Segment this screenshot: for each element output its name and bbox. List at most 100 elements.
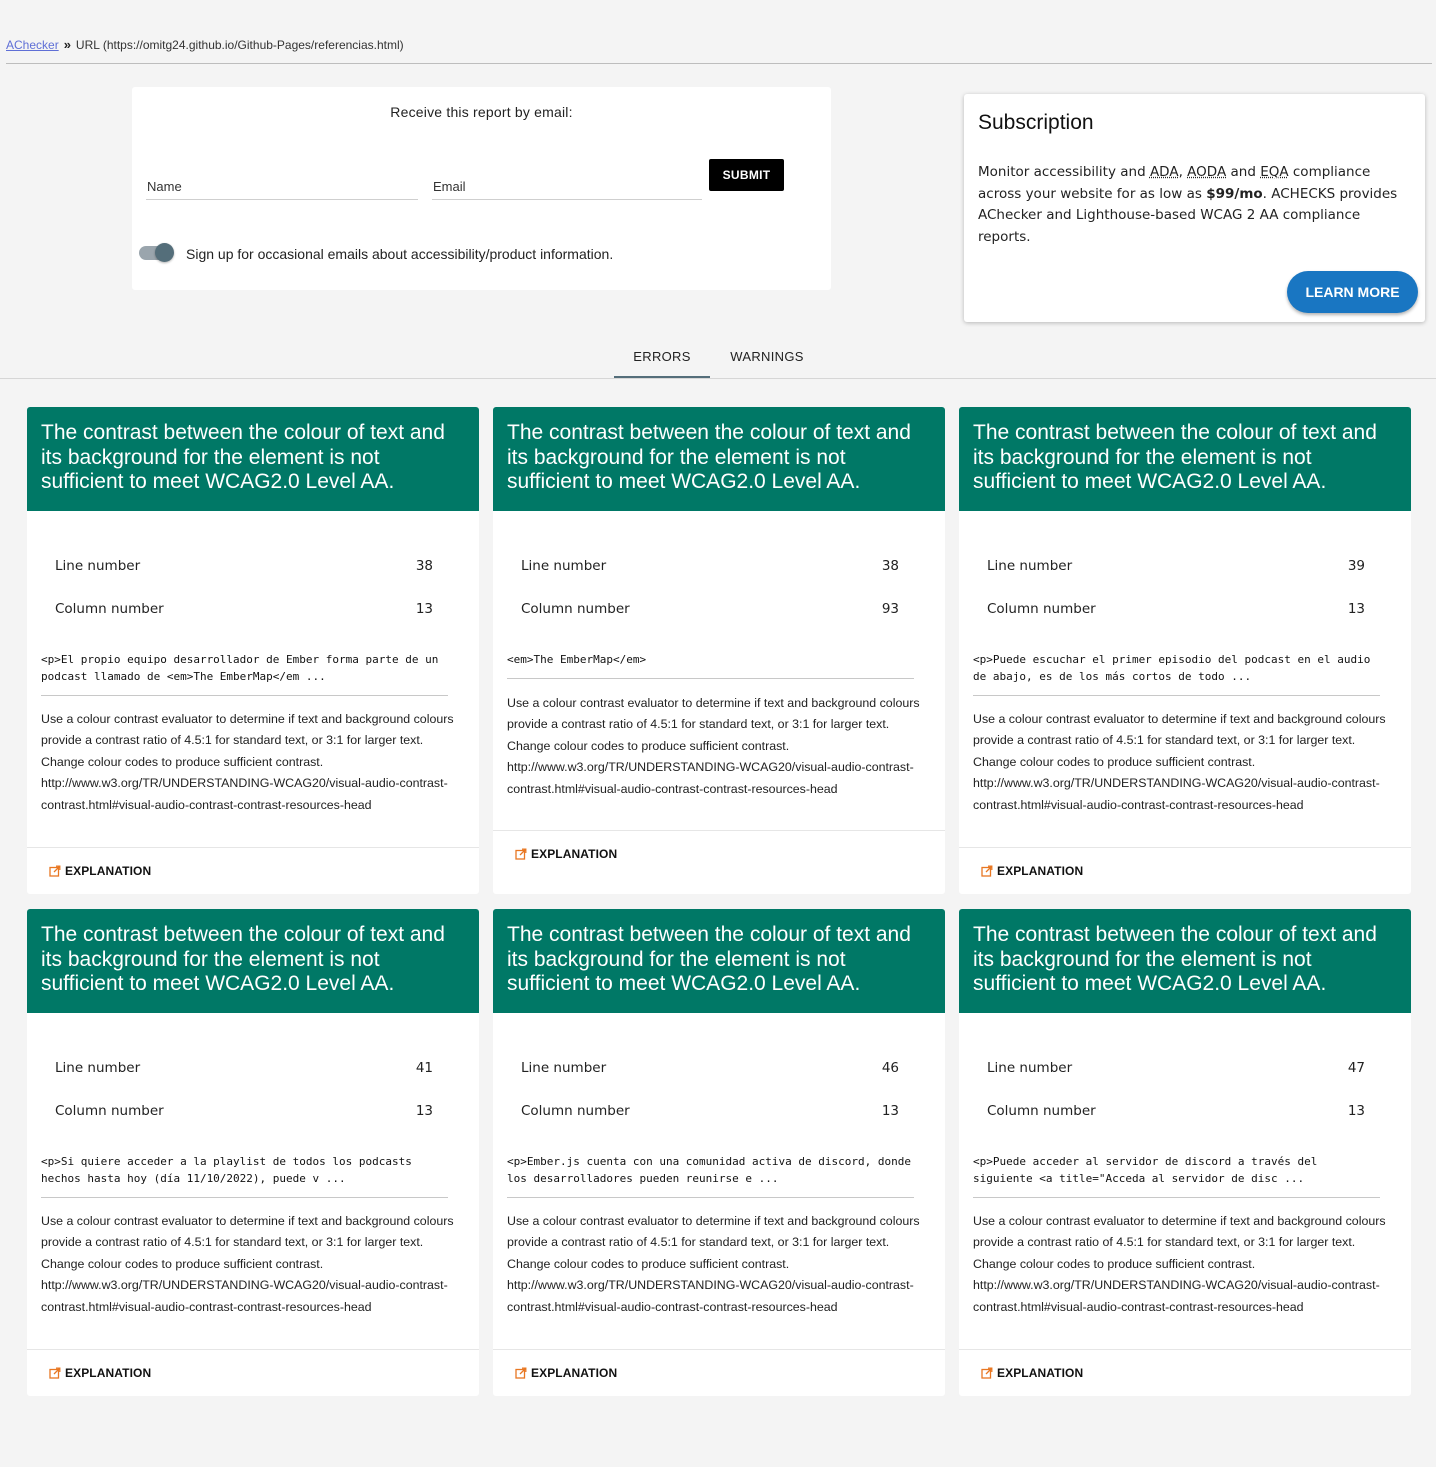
column-number-label: Column number [521,601,630,617]
external-link-icon [515,1367,527,1379]
line-number-value: 39 [1347,558,1365,574]
explanation-label[interactable]: EXPLANATION [997,864,1083,878]
email-report-panel: Receive this report by email: SUBMIT Sig… [132,87,831,290]
column-number-label: Column number [521,1103,630,1119]
line-number-value: 46 [881,1060,899,1076]
column-number-value: 13 [415,1103,433,1119]
line-number-row: Line number 47 [987,1060,1365,1076]
source-code-snippet: <p>Si quiere acceder a la playlist de to… [41,1153,448,1198]
explanation-label[interactable]: EXPLANATION [531,1366,617,1380]
explanation-label[interactable]: EXPLANATION [65,864,151,878]
explanation-label[interactable]: EXPLANATION [531,847,617,861]
breadcrumb: AChecker » URL (https://omitg24.github.i… [6,37,404,52]
external-link-icon [981,1367,993,1379]
explanation-label[interactable]: EXPLANATION [997,1366,1083,1380]
column-number-row: Column number 13 [55,601,433,617]
source-code-snippet: <p>Puede acceder al servidor de discord … [973,1153,1380,1198]
line-number-value: 38 [415,558,433,574]
line-number-value: 38 [881,558,899,574]
line-number-row: Line number 46 [521,1060,899,1076]
breadcrumb-current: URL (https://omitg24.github.io/Github-Pa… [75,37,404,52]
error-card: The contrast between the colour of text … [493,909,945,1396]
breadcrumb-link-achecker[interactable]: AChecker [6,38,59,52]
column-number-value: 13 [1347,601,1365,617]
email-field[interactable] [432,179,702,200]
error-card: The contrast between the colour of text … [959,407,1411,894]
line-number-value: 47 [1347,1060,1365,1076]
line-number-row: Line number 38 [521,558,899,574]
external-link-icon [981,865,993,877]
column-number-value: 13 [881,1103,899,1119]
email-input[interactable] [433,179,702,194]
error-description: Use a colour contrast evaluator to deter… [507,696,920,796]
explanation-link[interactable]: EXPLANATION [49,1366,151,1380]
error-description: Use a colour contrast evaluator to deter… [41,712,454,812]
error-card-title: The contrast between the colour of text … [493,407,945,511]
subscription-price: $99/mo [1206,185,1263,202]
line-number-row: Line number 39 [987,558,1365,574]
line-number-row: Line number 41 [55,1060,433,1076]
error-card-title: The contrast between the colour of text … [959,407,1411,511]
explanation-link[interactable]: EXPLANATION [49,864,151,878]
newsletter-toggle-label: Sign up for occasional emails about acce… [186,246,614,262]
column-number-value: 13 [415,601,433,617]
line-number-label: Line number [987,1060,1073,1076]
error-card: The contrast between the colour of text … [27,909,479,1396]
source-code-snippet: <p>Puede escuchar el primer episodio del… [973,651,1380,696]
subscription-text-part: and [1226,164,1261,180]
column-number-row: Column number 13 [987,1103,1365,1119]
name-field[interactable] [146,179,418,200]
error-card-title: The contrast between the colour of text … [27,407,479,511]
card-footer: EXPLANATION [27,1349,479,1396]
line-number-label: Line number [521,1060,607,1076]
explanation-label[interactable]: EXPLANATION [65,1366,151,1380]
source-code-snippet: <p>El propio equipo desarrollador de Emb… [41,651,448,696]
breadcrumb-separator: » [63,37,71,52]
explanation-link[interactable]: EXPLANATION [515,847,617,861]
header-divider [6,63,1432,64]
card-footer: EXPLANATION [27,847,479,894]
error-card: The contrast between the colour of text … [27,407,479,894]
column-number-label: Column number [987,1103,1096,1119]
column-number-value: 13 [1347,1103,1365,1119]
tabs-divider [0,378,1436,379]
column-number-row: Column number 13 [987,601,1365,617]
line-number-row: Line number 38 [55,558,433,574]
tab-warnings[interactable]: WARNINGS [720,341,814,378]
card-footer: EXPLANATION [959,1349,1411,1396]
line-number-value: 41 [415,1060,433,1076]
subscription-text-part: Monitor accessibility and [978,164,1150,180]
learn-more-button[interactable]: LEARN MORE [1287,271,1418,313]
newsletter-toggle[interactable] [139,243,174,262]
source-code-snippet: <em>The EmberMap</em> [507,651,914,679]
name-input[interactable] [147,179,418,194]
email-report-title: Receive this report by email: [390,104,573,120]
column-number-label: Column number [987,601,1096,617]
subscription-text: Monitor accessibility and ADA, AODA and … [978,162,1398,249]
error-card-title: The contrast between the colour of text … [27,909,479,1013]
external-link-icon [49,865,61,877]
tab-errors[interactable]: ERRORS [614,341,710,378]
line-number-label: Line number [55,558,141,574]
abbr-ada: ADA [1149,164,1179,180]
error-description: Use a colour contrast evaluator to deter… [41,1214,454,1314]
card-footer: EXPLANATION [493,1349,945,1396]
source-code-snippet: <p>Ember.js cuenta con una comunidad act… [507,1153,914,1198]
subscription-text-part: , [1178,164,1188,180]
subscription-card: Subscription Monitor accessibility and A… [964,94,1425,322]
card-footer: EXPLANATION [493,830,945,894]
line-number-label: Line number [55,1060,141,1076]
column-number-row: Column number 93 [521,601,899,617]
column-number-value: 93 [881,601,899,617]
abbr-eqa: EQA [1260,164,1289,180]
explanation-link[interactable]: EXPLANATION [515,1366,617,1380]
line-number-label: Line number [521,558,607,574]
submit-button[interactable]: SUBMIT [709,159,784,191]
column-number-row: Column number 13 [55,1103,433,1119]
error-card: The contrast between the colour of text … [959,909,1411,1396]
explanation-link[interactable]: EXPLANATION [981,864,1083,878]
column-number-row: Column number 13 [521,1103,899,1119]
explanation-link[interactable]: EXPLANATION [981,1366,1083,1380]
error-card: The contrast between the colour of text … [493,407,945,894]
toggle-knob[interactable] [155,243,174,262]
